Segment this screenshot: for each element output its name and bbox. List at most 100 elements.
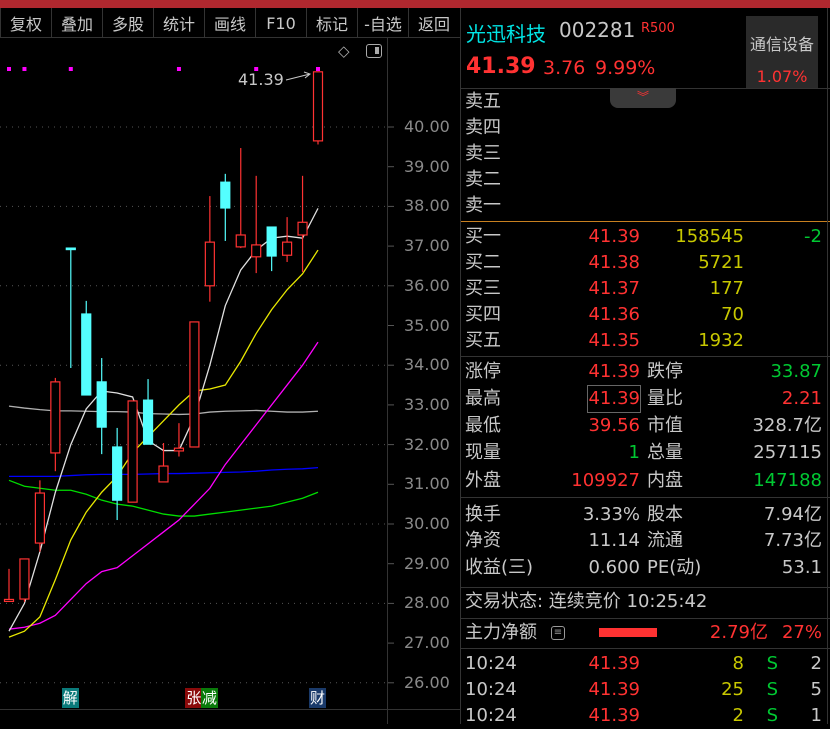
memo-icon[interactable]: ≡ [551, 626, 565, 640]
candle-body [235, 234, 246, 248]
stat-label: 涨停 [465, 361, 501, 382]
low-value: 39.56 [588, 415, 640, 436]
float-shares-value: 7.73亿 [763, 530, 822, 551]
ma60-line [8, 479, 319, 517]
stat-row: 最低 39.56 市值 328.7亿 [461, 413, 830, 439]
candle-body [220, 181, 231, 209]
event-marker[interactable]: 减 [200, 688, 218, 708]
buy-level-label: 买三 [465, 278, 501, 299]
r-badge: R500 [641, 21, 675, 36]
tick-side: S [766, 653, 778, 674]
candle-body [158, 465, 169, 483]
candle-body [96, 381, 107, 428]
buy-price: 41.37 [588, 278, 640, 299]
candle-body [142, 399, 154, 445]
tick-volume: 8 [732, 653, 744, 674]
stat-row: 外盘 109927 内盘 147188 [461, 468, 830, 494]
tick-count: 2 [810, 653, 822, 674]
event-dot [68, 67, 73, 71]
y-tick-label: 36.00 [404, 275, 450, 295]
tick-count: 1 [810, 705, 822, 726]
buy-row: 买一 41.39 158545 -2 [461, 224, 830, 250]
tick-price: 41.39 [588, 653, 640, 674]
buy-level-label: 买二 [465, 252, 501, 273]
quote-panel: 光迅科技 002281 R500 41.39 3.76 9.99% 通信设备 1… [461, 8, 830, 726]
y-tick-label: 33.00 [404, 394, 450, 414]
tick-count: 5 [810, 679, 822, 700]
candle-body [65, 247, 76, 251]
volume-ratio-value: 2.21 [781, 388, 822, 409]
current-price: 41.39 [466, 54, 536, 79]
stat-row: 涨停 41.39 跌停 33.87 [461, 359, 830, 385]
axis-divider [387, 38, 388, 724]
candle-body [50, 381, 61, 454]
main-flow-amount: 2.79亿 [709, 622, 768, 643]
event-marker[interactable]: 财 [309, 688, 327, 708]
last-price-label: 41.39 [238, 70, 284, 89]
high-value: 41.39 [587, 385, 641, 413]
candle-body [173, 447, 185, 452]
y-tick-label: 34.00 [404, 355, 450, 375]
market-cap-value: 328.7亿 [752, 415, 822, 436]
event-marker[interactable]: 张 [185, 688, 203, 708]
event-marker[interactable]: 解 [61, 688, 79, 708]
candle-body [312, 71, 324, 142]
stat-label: 跌停 [647, 361, 683, 382]
tick-time: 10:24 [465, 653, 517, 674]
candle-body [204, 241, 215, 287]
buy-row: 买三 41.37 177 [461, 276, 830, 302]
y-tick-label: 27.00 [404, 633, 450, 653]
inner-volume-value: 147188 [753, 470, 822, 491]
candlestick-chart[interactable] [0, 0, 460, 724]
candle-body [34, 492, 46, 544]
y-tick-label: 32.00 [404, 434, 450, 454]
divider [461, 618, 830, 619]
stat-label: 流通 [647, 530, 683, 551]
stat-label: 量比 [647, 388, 683, 409]
y-tick-label: 35.00 [404, 315, 450, 335]
tick-row: 10:24 41.39 25 S 5 [461, 677, 830, 703]
stat-label: PE(动) [647, 557, 702, 578]
buy-volume: 5721 [698, 252, 744, 273]
panel-toggle-icon[interactable] [366, 44, 382, 58]
tick-side: S [766, 705, 778, 726]
stat-row: 净资 11.14 流通 7.73亿 [461, 528, 830, 554]
stat-row: 换手 3.33% 股本 7.94亿 [461, 502, 830, 528]
outer-volume-value: 109927 [571, 470, 640, 491]
candle-body [282, 241, 293, 256]
industry-change: 1.07% [756, 67, 808, 86]
tick-row: 10:24 41.39 2 S 1 [461, 703, 830, 729]
stat-label: 最低 [465, 415, 501, 436]
y-tick-label: 37.00 [404, 236, 450, 256]
y-tick-label: 38.00 [404, 196, 450, 216]
buy-level-label: 买五 [465, 330, 501, 351]
price-change: 3.76 [543, 57, 586, 79]
buy-row: 买四 41.36 70 [461, 302, 830, 328]
panel-scroll-edge [827, 8, 828, 724]
stock-name: 光迅科技 [466, 22, 546, 46]
buy-volume: 1932 [698, 330, 744, 351]
buy-price: 41.39 [588, 226, 640, 247]
stat-label: 外盘 [465, 470, 501, 491]
main-flow-bar [599, 628, 657, 637]
total-shares-value: 7.94亿 [763, 504, 822, 525]
event-dot [7, 67, 11, 71]
buy-price: 41.35 [588, 330, 640, 351]
industry-block[interactable]: 通信设备 1.07% [746, 16, 818, 88]
buy-price: 41.36 [588, 304, 640, 325]
main-flow-label: 主力净额 [465, 622, 537, 643]
diamond-icon[interactable]: ◇ [338, 42, 350, 60]
candle-body [251, 244, 262, 258]
stat-label: 股本 [647, 504, 683, 525]
net-assets-value: 11.14 [588, 530, 640, 551]
tick-side: S [766, 679, 778, 700]
stat-row: 收益(三) 0.600 PE(动) 53.1 [461, 555, 830, 581]
event-dot [176, 67, 181, 71]
candle-body [19, 558, 30, 600]
buy-price: 41.38 [588, 252, 640, 273]
stat-label: 内盘 [647, 470, 683, 491]
y-tick-label: 30.00 [404, 514, 450, 533]
sell-level-label: 卖四 [465, 117, 501, 138]
price-change-pct: 9.99% [595, 57, 656, 79]
tick-volume: 25 [721, 679, 744, 700]
